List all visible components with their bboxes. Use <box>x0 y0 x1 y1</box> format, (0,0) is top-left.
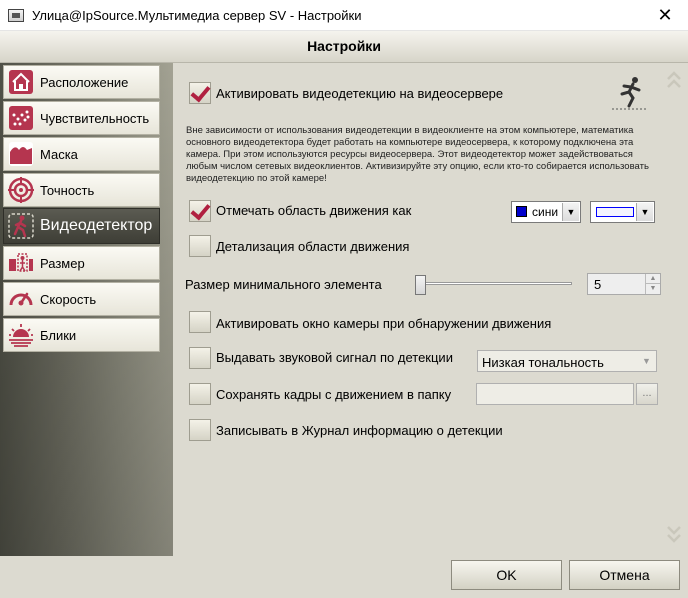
mark-style-dropdown[interactable]: ▼ <box>590 201 655 223</box>
sidebar-item-sensitivity[interactable]: Чувствительность <box>3 101 160 135</box>
size-icon <box>9 253 33 272</box>
sidebar-item-location[interactable]: Расположение <box>3 65 160 99</box>
sidebar-item-size[interactable]: Размер <box>3 246 160 280</box>
title-bar: Улица@IpSource.Мультимедиа сервер SV - Н… <box>0 0 688 31</box>
mask-icon <box>9 142 33 166</box>
chevron-down-icon: ▼ <box>562 203 579 221</box>
close-button[interactable]: ✕ <box>642 0 688 31</box>
cancel-button[interactable]: Отмена <box>569 560 680 590</box>
chevron-down-icon: ▼ <box>636 203 653 221</box>
sidebar-item-accuracy[interactable]: Точность <box>3 173 160 207</box>
min-size-slider-track <box>418 282 572 285</box>
sidebar-item-label: Блики <box>40 327 77 343</box>
dialog-header: Настройки <box>0 31 688 63</box>
sidebar-item-glare[interactable]: Блики <box>3 318 160 352</box>
mark-motion-checkbox[interactable] <box>189 200 211 222</box>
sidebar-item-label: Размер <box>40 255 85 271</box>
settings-panel: Активировать видеодетекцию на видеосерве… <box>173 63 688 556</box>
sidebar-item-label: Чувствительность <box>40 110 150 126</box>
activate-window-checkbox[interactable] <box>189 311 211 333</box>
scroll-down-icon[interactable] <box>666 521 682 551</box>
activate-window-label: Активировать окно камеры при обнаружении… <box>216 316 552 331</box>
page-title: Настройки <box>307 38 381 54</box>
scroll-up-icon[interactable] <box>666 67 682 97</box>
activate-detection-label: Активировать видеодетекцию на видеосерве… <box>216 86 504 101</box>
browse-folder-button[interactable]: ... <box>636 383 658 405</box>
save-frames-checkbox[interactable] <box>189 383 211 405</box>
sidebar-item-speed[interactable]: Скорость <box>3 282 160 316</box>
sidebar-item-label: Скорость <box>40 291 97 307</box>
mark-color-value: сини <box>532 205 559 219</box>
tone-dropdown[interactable]: Низкая тональность ▼ <box>477 350 657 372</box>
chevron-down-icon: ▼ <box>638 352 655 370</box>
tone-value: Низкая тональность <box>482 355 604 370</box>
sensitivity-dots-icon <box>9 106 33 130</box>
beep-label: Выдавать звуковой сигнал по детекции <box>216 350 453 365</box>
mark-color-dropdown[interactable]: сини ▼ <box>511 201 581 223</box>
folder-path-input[interactable] <box>476 383 634 405</box>
running-person-icon <box>612 77 646 110</box>
save-frames-label: Сохранять кадры с движением в папку <box>216 387 452 402</box>
color-swatch <box>516 206 527 217</box>
target-icon <box>8 177 34 203</box>
window-title: Улица@IpSource.Мультимедиа сервер SV - Н… <box>32 8 362 23</box>
walking-person-icon <box>8 213 34 239</box>
journal-label: Записывать в Журнал информацию о детекци… <box>216 423 503 438</box>
beep-checkbox[interactable] <box>189 347 211 369</box>
journal-checkbox[interactable] <box>189 419 211 441</box>
sidebar-item-label: Маска <box>40 146 78 162</box>
min-size-slider-thumb[interactable] <box>415 275 426 295</box>
spin-up-icon[interactable]: ▲ <box>645 274 660 284</box>
min-size-spinbox[interactable]: 5 ▲ ▼ <box>587 273 661 295</box>
speedometer-icon <box>9 292 33 306</box>
app-icon <box>8 9 24 22</box>
house-icon <box>9 70 33 94</box>
detail-motion-checkbox[interactable] <box>189 235 211 257</box>
footer: OK Отмена <box>173 556 688 598</box>
spin-down-icon[interactable]: ▼ <box>645 284 660 294</box>
sidebar-item-videodetector[interactable]: Видеодетектор <box>3 208 160 244</box>
sidebar-item-label: Точность <box>40 182 95 198</box>
sidebar: Расположение Чувствительность Маска Точн… <box>0 63 173 556</box>
ok-button[interactable]: OK <box>451 560 562 590</box>
detail-motion-label: Детализация области движения <box>216 239 410 254</box>
mark-motion-label: Отмечать область движения как <box>216 203 412 218</box>
sidebar-item-mask[interactable]: Маска <box>3 137 160 171</box>
activate-detection-checkbox[interactable] <box>189 82 211 104</box>
line-style-preview <box>596 207 634 217</box>
footer-left-spacer <box>0 556 173 598</box>
detection-description: Вне зависимости от использования видеоде… <box>186 125 649 184</box>
min-size-value: 5 <box>594 277 602 292</box>
min-size-label: Размер минимального элемента <box>185 277 382 292</box>
sidebar-item-label: Видеодетектор <box>40 217 153 234</box>
sidebar-item-label: Расположение <box>40 74 129 90</box>
sun-glare-icon <box>9 324 33 347</box>
